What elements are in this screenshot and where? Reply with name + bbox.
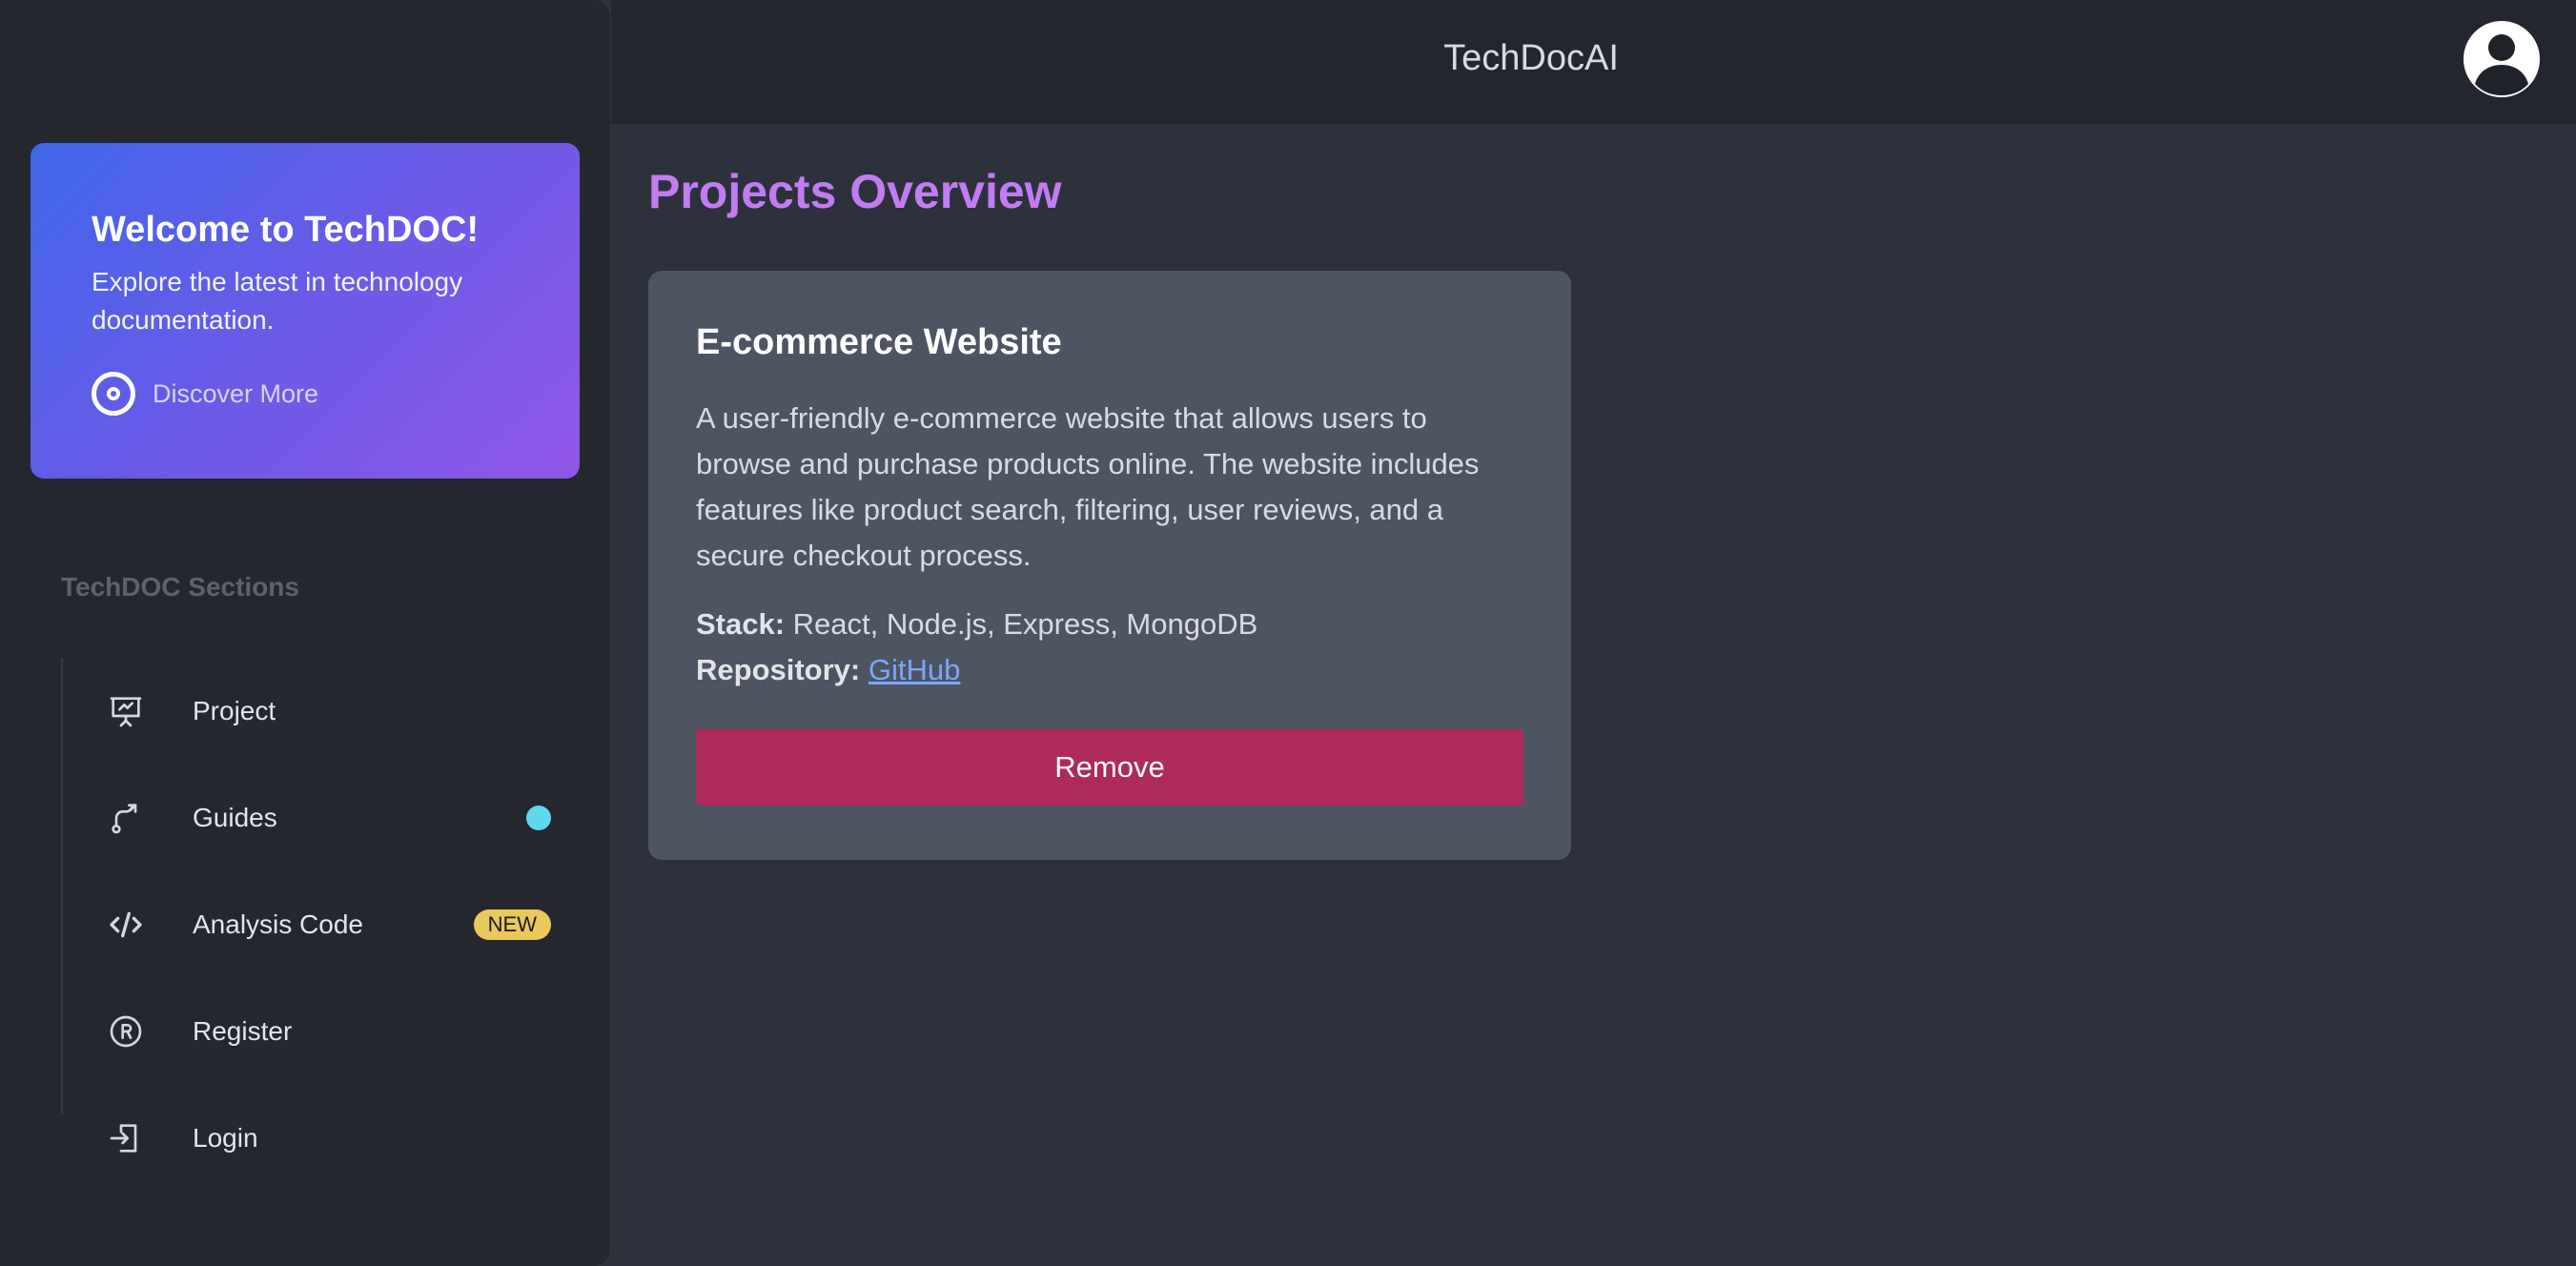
registered-icon [107, 1012, 145, 1051]
sidebar-item-label: Guides [193, 803, 277, 832]
remove-button[interactable]: Remove [696, 729, 1523, 806]
status-dot [526, 806, 551, 830]
route-icon [107, 799, 145, 837]
project-card: E-commerce Website A user-friendly e-com… [648, 271, 1571, 860]
repository-row: Repository: GitHub [696, 647, 1523, 693]
sidebar-item-label: Login [193, 1123, 258, 1153]
user-avatar-icon[interactable] [2464, 21, 2540, 97]
sidebar-item-project[interactable]: Project [63, 658, 566, 765]
stack-value: React, Node.js, Express, MongoDB [792, 607, 1258, 641]
presentation-chart-icon [107, 692, 145, 730]
sidebar-item-analysis-code[interactable]: Analysis Code NEW [63, 871, 566, 978]
sidebar-item-guides[interactable]: Guides [63, 765, 566, 871]
sidebar-item-register[interactable]: Register [63, 978, 566, 1085]
new-badge: NEW [473, 909, 551, 940]
sidebar-item-label: Analysis Code [193, 909, 363, 939]
project-description: A user-friendly e-commerce website that … [696, 401, 1480, 572]
repository-label: Repository: [696, 653, 861, 686]
stack-row: Stack: React, Node.js, Express, MongoDB [696, 602, 1523, 647]
sidebar-item-login[interactable]: Login [63, 1085, 566, 1192]
top-header: TechDocAI [611, 0, 2576, 124]
sections-title: TechDOC Sections [61, 572, 299, 602]
sidebar-nav: Project Guides Analysis Code NEW Registe… [61, 658, 566, 1153]
project-title: E-commerce Website [696, 322, 1062, 362]
discover-more-label: Discover More [153, 378, 319, 408]
app-root: Welcome to TechDOC! Explore the latest i… [0, 0, 2576, 1266]
login-icon [107, 1119, 145, 1157]
code-icon [107, 906, 145, 944]
welcome-card: Welcome to TechDOC! Explore the latest i… [31, 143, 580, 479]
app-title: TechDocAI [1443, 38, 1619, 78]
welcome-subtitle: Explore the latest in technology documen… [92, 267, 463, 335]
page-title: Projects Overview [648, 165, 1062, 218]
github-link[interactable]: GitHub [869, 653, 960, 686]
sidebar-item-label: Register [193, 1016, 293, 1046]
target-icon [92, 372, 135, 416]
welcome-title: Welcome to TechDOC! [92, 210, 480, 250]
project-meta: Stack: React, Node.js, Express, MongoDB … [696, 602, 1523, 693]
sidebar: Welcome to TechDOC! Explore the latest i… [0, 0, 611, 1266]
discover-more-link[interactable]: Discover More [92, 372, 519, 416]
sidebar-item-label: Project [193, 696, 276, 725]
stack-label: Stack: [696, 607, 786, 641]
